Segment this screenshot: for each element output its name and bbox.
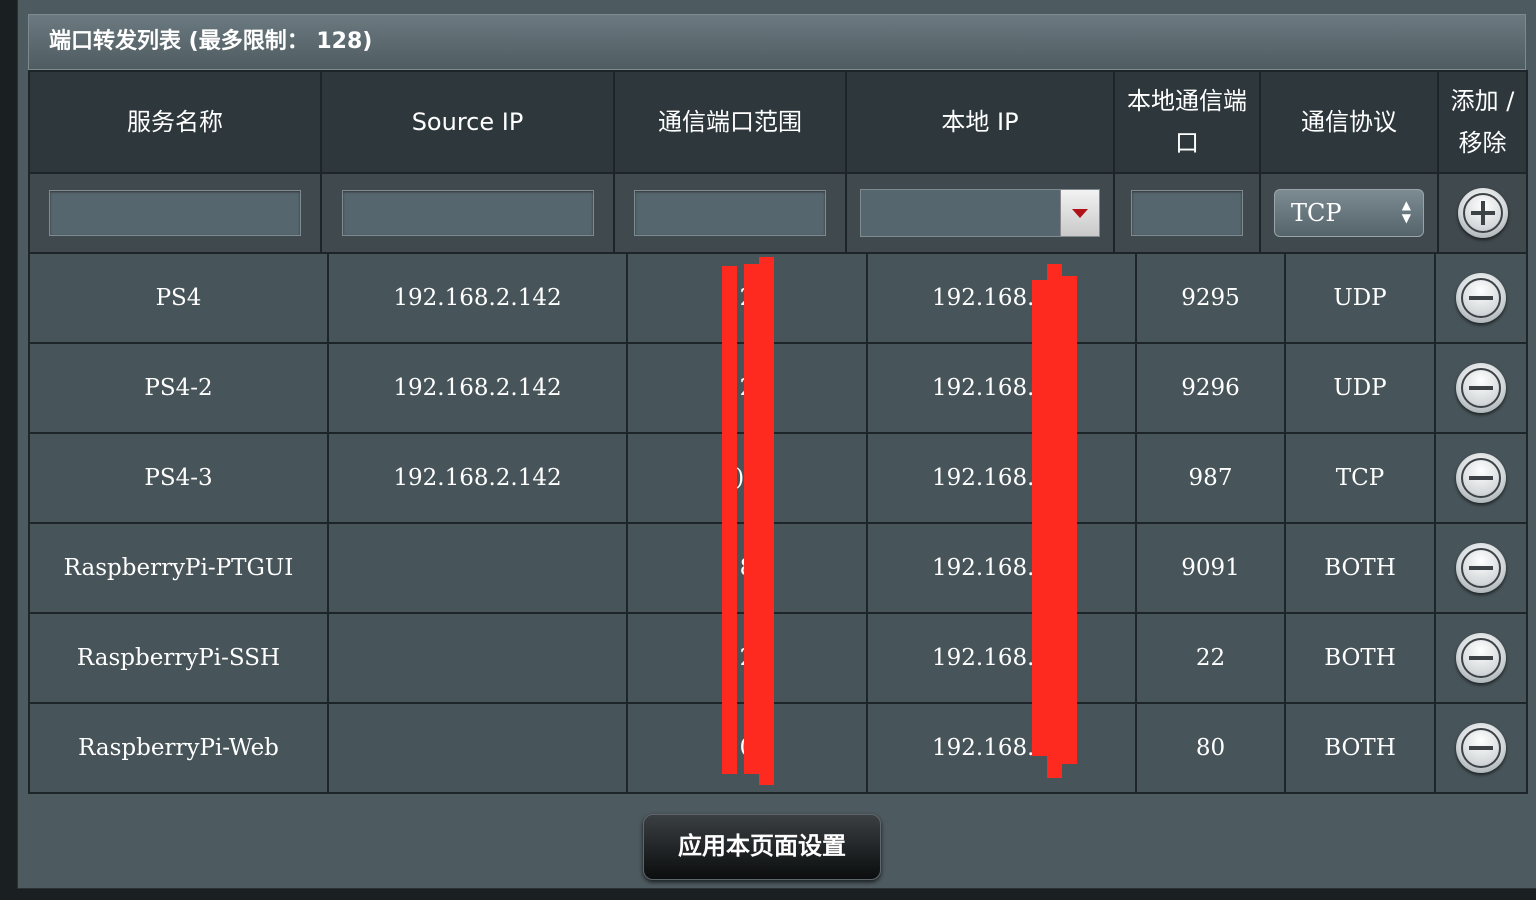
row-remove-cell [1434, 252, 1528, 344]
local-ip-combobox[interactable] [860, 189, 1100, 237]
row-local-port: 80 [1135, 702, 1286, 794]
row-local-port: 9296 [1135, 342, 1286, 434]
port-forward-rules-table: PS4192.168.2.1422192.168.2.9295UDPPS4-21… [28, 252, 1528, 794]
table-row: PS4192.168.2.1422192.168.2.9295UDP [28, 252, 1528, 344]
source-ip-input[interactable] [341, 190, 594, 236]
redaction-mark [722, 266, 737, 774]
local-port-input[interactable] [1131, 190, 1243, 236]
table-row: PS4-3192.168.2.142)8192.168.2.987TCP [28, 432, 1528, 524]
port-forwarding-panel: 端口转发列表 (最多限制： 128) 服务名称 Source IP 通信端口范围… [18, 0, 1536, 888]
row-remove-cell [1434, 522, 1528, 614]
row-service-name: RaspberryPi-PTGUI [28, 522, 329, 614]
row-protocol: BOTH [1284, 612, 1436, 704]
row-source-ip: 192.168.2.142 [327, 432, 628, 524]
col-header-protocol: 通信协议 [1259, 70, 1439, 174]
row-local-port: 9295 [1135, 252, 1286, 344]
row-protocol: UDP [1284, 252, 1436, 344]
row-local-ip: 192.168.2. [866, 252, 1137, 344]
row-service-name: RaspberryPi-Web [28, 702, 329, 794]
col-header-service-name: 服务名称 [28, 70, 322, 174]
port-forward-header-table: 服务名称 Source IP 通信端口范围 本地 IP 本地通信端口 通信协议 … [28, 70, 1528, 254]
row-protocol: TCP [1284, 432, 1436, 524]
row-service-name: PS4 [28, 252, 329, 344]
redaction-mark [744, 264, 759, 774]
row-remove-cell [1434, 342, 1528, 434]
redaction-mark [1032, 280, 1047, 756]
row-local-port: 987 [1135, 432, 1286, 524]
col-header-source-ip: Source IP [320, 70, 615, 174]
redaction-mark [1062, 276, 1077, 764]
row-source-ip: 192.168.2.142 [327, 252, 628, 344]
minus-circle-icon[interactable] [1456, 453, 1506, 503]
row-local-ip: 192.168.2. [866, 522, 1137, 614]
row-local-port: 9091 [1135, 522, 1286, 614]
row-source-ip: 192.168.2.142 [327, 342, 628, 434]
minus-circle-icon[interactable] [1456, 723, 1506, 773]
minus-circle-icon[interactable] [1456, 543, 1506, 593]
col-header-local-ip: 本地 IP [845, 70, 1115, 174]
table-row: RaspberryPi-PTGUI8192.168.2.9091BOTH [28, 522, 1528, 614]
row-local-port: 22 [1135, 612, 1286, 704]
row-service-name: RaspberryPi-SSH [28, 612, 329, 704]
row-protocol: BOTH [1284, 522, 1436, 614]
up-down-arrows-icon: ▲ ▼ [1401, 198, 1411, 225]
minus-circle-icon[interactable] [1456, 633, 1506, 683]
chevron-down-icon[interactable] [1060, 190, 1099, 236]
redaction-mark [1047, 264, 1062, 778]
row-protocol: BOTH [1284, 702, 1436, 794]
plus-circle-icon[interactable] [1457, 188, 1508, 238]
row-local-ip: 192.168.2. [866, 702, 1137, 794]
row-remove-cell [1434, 702, 1528, 794]
panel-title: 端口转发列表 (最多限制： 128) [28, 14, 1526, 70]
service-name-input[interactable] [49, 190, 301, 236]
port-range-input[interactable] [634, 190, 826, 236]
row-local-ip: 192.168.2. [866, 342, 1137, 434]
row-remove-cell [1434, 432, 1528, 524]
row-source-ip [327, 702, 628, 794]
col-header-add-remove: 添加 / 移除 [1437, 70, 1528, 174]
protocol-select[interactable]: TCP ▲ ▼ [1274, 189, 1424, 237]
row-local-ip: 192.168.2. [866, 612, 1137, 704]
new-rule-input-row: TCP ▲ ▼ [28, 172, 1528, 254]
row-remove-cell [1434, 612, 1528, 704]
protocol-select-value: TCP [1291, 199, 1342, 227]
row-local-ip: 192.168.2. [866, 432, 1137, 524]
col-header-local-port: 本地通信端口 [1113, 70, 1261, 174]
row-source-ip [327, 612, 628, 704]
row-source-ip [327, 522, 628, 614]
table-row: RaspberryPi-SSH2192.168.2.22BOTH [28, 612, 1528, 704]
table-row: PS4-2192.168.2.1422192.168.2.9296UDP [28, 342, 1528, 434]
row-service-name: PS4-3 [28, 432, 329, 524]
column-header-row: 服务名称 Source IP 通信端口范围 本地 IP 本地通信端口 通信协议 … [28, 70, 1528, 174]
minus-circle-icon[interactable] [1456, 273, 1506, 323]
redaction-mark [759, 257, 774, 785]
apply-settings-button[interactable]: 应用本页面设置 [643, 814, 881, 880]
row-service-name: PS4-2 [28, 342, 329, 434]
row-protocol: UDP [1284, 342, 1436, 434]
col-header-port-range: 通信端口范围 [613, 70, 847, 174]
table-row: RaspberryPi-Web0192.168.2.80BOTH [28, 702, 1528, 794]
minus-circle-icon[interactable] [1456, 363, 1506, 413]
